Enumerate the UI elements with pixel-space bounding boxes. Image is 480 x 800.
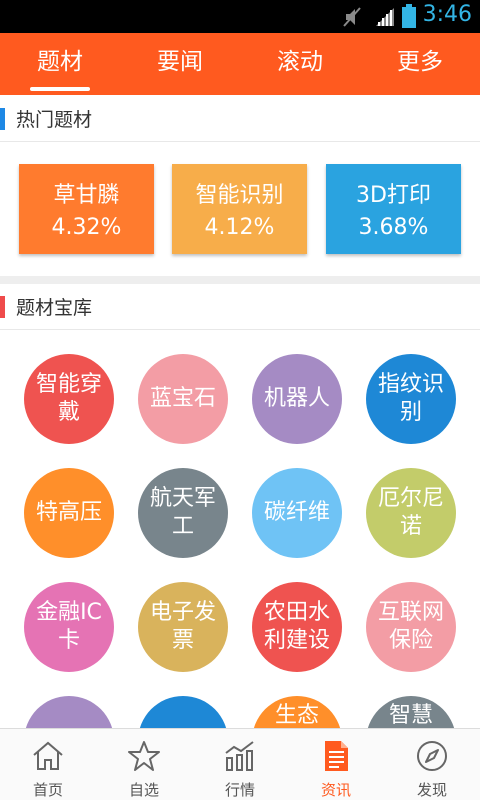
section-accent-bar xyxy=(0,108,5,130)
nav-home[interactable]: 首页 xyxy=(0,729,96,800)
hot-card[interactable]: 智能识别 4.12% xyxy=(172,164,307,254)
topic-circle[interactable]: 金融IC卡 xyxy=(24,582,114,672)
topic-circle[interactable]: 农田水利建设 xyxy=(252,582,342,672)
hot-card-name: 智能识别 xyxy=(195,183,284,208)
hot-card-pct: 4.12% xyxy=(204,215,275,240)
document-icon xyxy=(325,741,348,771)
topic-library-grid[interactable]: 智能穿戴 蓝宝石 机器人 指纹识别 特高压 航天军工 碳纤维 厄尔尼诺 金融IC… xyxy=(0,330,480,728)
star-icon xyxy=(128,741,160,771)
status-bar: 3:46 xyxy=(0,0,480,33)
topic-circle[interactable]: 航天军工 xyxy=(138,468,228,558)
topic-circle[interactable]: 智能穿戴 xyxy=(24,354,114,444)
section-accent-bar xyxy=(0,296,5,318)
tab-gengduo[interactable]: 更多 xyxy=(360,33,480,95)
topic-circle[interactable]: 碳纤维 xyxy=(252,468,342,558)
topic-circle[interactable]: 蓝宝石 xyxy=(138,354,228,444)
library-section-header: 题材宝库 xyxy=(0,284,480,330)
topic-circle[interactable]: 特高压 xyxy=(24,468,114,558)
nav-label: 资讯 xyxy=(320,781,351,799)
hot-section-title: 热门题材 xyxy=(16,109,93,131)
topic-circle[interactable]: 智慧 xyxy=(366,696,456,728)
nav-label: 首页 xyxy=(32,781,63,799)
nav-watchlist[interactable]: 自选 xyxy=(96,729,192,800)
nav-discover[interactable]: 发现 xyxy=(384,729,480,800)
topic-circle[interactable]: 指纹识别 xyxy=(366,354,456,444)
nav-label: 发现 xyxy=(416,781,447,799)
status-time: 3:46 xyxy=(422,2,472,27)
nav-label: 自选 xyxy=(128,781,159,799)
mute-icon xyxy=(343,7,361,27)
topic-circle[interactable]: 生态 xyxy=(252,696,342,728)
tab-yaowen[interactable]: 要闻 xyxy=(120,33,240,95)
hot-card[interactable]: 3D打印 3.68% xyxy=(326,164,461,254)
topic-circle[interactable]: 互联网保险 xyxy=(366,582,456,672)
battery-icon xyxy=(402,4,416,28)
tab-ticai[interactable]: 题材 xyxy=(0,33,120,95)
library-section-title: 题材宝库 xyxy=(16,297,93,319)
signal-icon xyxy=(376,8,394,26)
home-icon xyxy=(33,741,63,770)
hot-card-name: 草甘膦 xyxy=(53,183,120,208)
hot-card[interactable]: 草甘膦 4.32% xyxy=(19,164,154,254)
topic-circle[interactable] xyxy=(138,696,228,728)
nav-market[interactable]: 行情 xyxy=(192,729,288,800)
hot-card-name: 3D打印 xyxy=(356,183,431,208)
topic-circle[interactable]: 电子发票 xyxy=(138,582,228,672)
topic-circle[interactable]: 厄尔尼诺 xyxy=(366,468,456,558)
compass-icon xyxy=(417,741,447,771)
hot-card-pct: 3.68% xyxy=(358,215,429,240)
topic-circle[interactable]: 机器人 xyxy=(252,354,342,444)
top-tab-bar: 题材 要闻 滚动 更多 xyxy=(0,33,480,95)
tab-gundong[interactable]: 滚动 xyxy=(240,33,360,95)
nav-label: 行情 xyxy=(224,781,255,799)
bottom-nav-bar: 首页 自选 行情 资讯 发现 xyxy=(0,728,480,800)
hot-card-pct: 4.32% xyxy=(51,215,122,240)
topic-circle[interactable] xyxy=(24,696,114,728)
section-divider xyxy=(0,276,480,284)
hot-section-header: 热门题材 xyxy=(0,96,480,142)
nav-news[interactable]: 资讯 xyxy=(288,729,384,800)
chart-icon xyxy=(225,741,254,771)
hot-topics-area: 草甘膦 4.32% 智能识别 4.12% 3D打印 3.68% xyxy=(0,142,480,276)
